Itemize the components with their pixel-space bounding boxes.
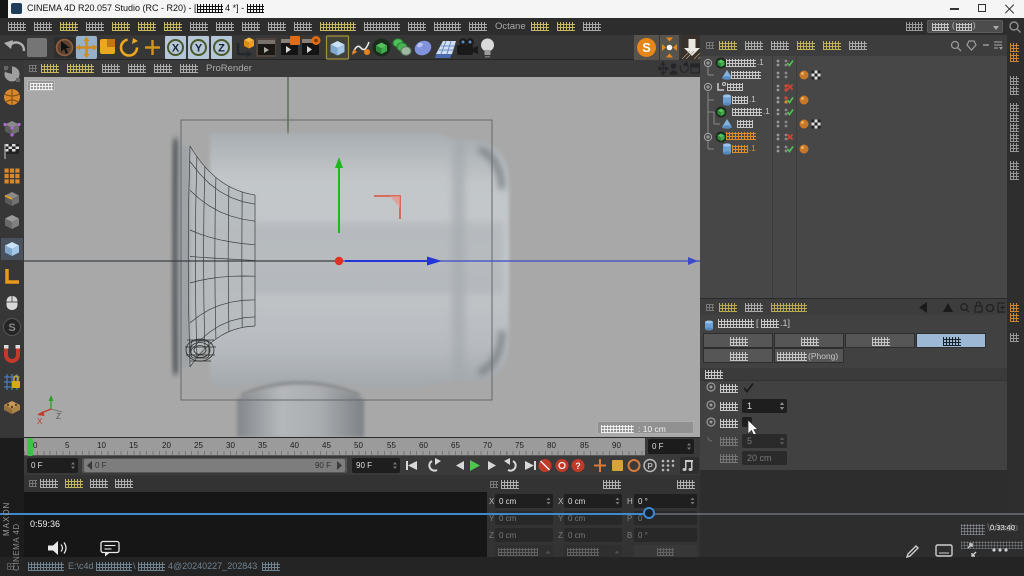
svg-text:X: X — [37, 417, 43, 426]
svg-text:X: X — [172, 43, 180, 55]
svg-text:Z: Z — [218, 43, 225, 55]
svg-text:Y: Y — [195, 43, 203, 55]
svg-text:S: S — [8, 322, 15, 334]
svg-text:?: ? — [575, 461, 581, 471]
svg-text:P: P — [647, 462, 653, 471]
svg-text:S: S — [642, 41, 650, 55]
svg-text:Z: Z — [56, 412, 61, 421]
